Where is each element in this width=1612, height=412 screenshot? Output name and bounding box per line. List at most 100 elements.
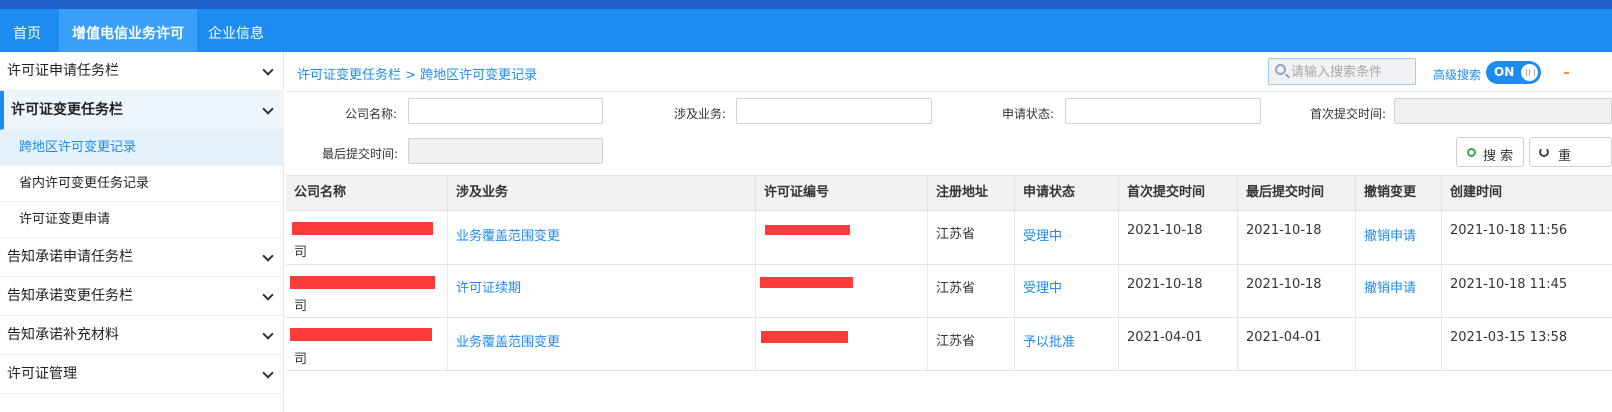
advanced-search-toggle[interactable]: ON xyxy=(1486,61,1541,84)
business-filter-input[interactable] xyxy=(736,98,932,124)
search-input[interactable] xyxy=(1291,62,1411,82)
status-filter-input[interactable] xyxy=(1065,98,1261,124)
license-number-cell xyxy=(756,318,928,370)
overflow-icon xyxy=(1564,72,1569,74)
revoke-link[interactable]: 撤销申请 xyxy=(1364,225,1416,244)
status-cell: 予以批准 xyxy=(1015,318,1119,370)
toggle-knob xyxy=(1521,64,1538,81)
chevron-down-icon xyxy=(262,289,274,301)
company-name-suffix: 司 xyxy=(294,352,308,367)
company-filter-input[interactable] xyxy=(408,98,603,124)
business-link[interactable]: 业务覆盖范围变更 xyxy=(456,331,560,350)
first-submit-text: 2021-10-18 xyxy=(1127,223,1203,238)
revoke-link[interactable]: 撤销申请 xyxy=(1364,277,1416,296)
first-submit-text: 2021-04-01 xyxy=(1127,330,1203,345)
status-link[interactable]: 受理中 xyxy=(1023,225,1062,244)
column-header: 首次提交时间 xyxy=(1119,176,1238,210)
last-submit-cell: 2021-10-18 xyxy=(1238,211,1356,264)
chevron-down-icon xyxy=(262,328,274,340)
sidebar-group-label: 告知承诺申请任务栏 xyxy=(7,249,133,265)
search-icon xyxy=(1275,64,1286,75)
chevron-down-icon xyxy=(262,103,274,115)
search-button-label: 搜 索 xyxy=(1483,149,1514,164)
created-cell: 2021-10-18 11:56 xyxy=(1442,211,1612,264)
sidebar-item-license-change-apply[interactable]: 许可证变更申请 xyxy=(0,202,284,238)
first-submit-filter-input[interactable] xyxy=(1394,98,1612,124)
last-submit-filter-label: 最后提交时间: xyxy=(321,147,398,161)
revoke-cell: 撤销申请 xyxy=(1356,265,1442,317)
revoke-cell: 撤销申请 xyxy=(1356,211,1442,264)
filter-panel: 公司名称: 涉及业务: 申请状态: 首次提交时间: 最后提交时间: 搜 索 重 xyxy=(286,92,1612,176)
status-link[interactable]: 受理中 xyxy=(1023,277,1062,296)
sidebar-group-label: 告知承诺补充材料 xyxy=(7,327,119,343)
search-box[interactable] xyxy=(1268,58,1416,85)
column-header: 撤销变更 xyxy=(1356,176,1442,210)
redaction-mark xyxy=(765,225,850,235)
search-icon xyxy=(1467,148,1476,157)
sidebar-group-license-apply[interactable]: 许可证申请任务栏 xyxy=(0,52,284,91)
sidebar: 许可证申请任务栏 许可证变更任务栏 跨地区许可变更记录 省内许可变更任务记录 许… xyxy=(0,52,284,412)
sidebar-group-notify-supplement[interactable]: 告知承诺补充材料 xyxy=(0,316,284,355)
business-link[interactable]: 许可证续期 xyxy=(456,277,521,296)
company-cell: 司 xyxy=(286,265,448,317)
sidebar-group-label: 许可证申请任务栏 xyxy=(7,63,119,79)
chevron-down-icon xyxy=(262,64,274,76)
top-banner-strip xyxy=(0,0,1612,9)
column-header: 注册地址 xyxy=(928,176,1015,210)
status-cell: 受理中 xyxy=(1015,265,1119,317)
license-number-cell xyxy=(756,265,928,317)
status-filter-label: 申请状态: xyxy=(1001,107,1054,121)
column-header: 最后提交时间 xyxy=(1238,176,1356,210)
last-submit-cell: 2021-10-18 xyxy=(1238,265,1356,317)
business-cell: 业务覆盖范围变更 xyxy=(448,211,756,264)
redaction-mark xyxy=(292,222,433,235)
toggle-state: ON xyxy=(1494,65,1515,79)
sidebar-group-notify-apply[interactable]: 告知承诺申请任务栏 xyxy=(0,238,284,277)
redaction-mark xyxy=(290,276,435,289)
advanced-search-label: 高级搜索 xyxy=(1433,68,1482,82)
sidebar-item-provincial-change[interactable]: 省内许可变更任务记录 xyxy=(0,166,284,202)
first-submit-cell: 2021-04-01 xyxy=(1119,318,1238,370)
first-submit-filter-label: 首次提交时间: xyxy=(1309,107,1386,121)
reset-button[interactable]: 重 xyxy=(1529,137,1612,167)
nav-home[interactable]: 首页 xyxy=(0,9,54,52)
created-text: 2021-03-15 13:58 xyxy=(1450,330,1568,345)
column-header: 公司名称 xyxy=(286,176,448,210)
sidebar-group-notify-change[interactable]: 告知承诺变更任务栏 xyxy=(0,277,284,316)
last-submit-filter-input[interactable] xyxy=(408,138,603,164)
redaction-mark xyxy=(761,331,848,343)
address-text: 江苏省 xyxy=(936,334,976,349)
nav-value-added-telecom[interactable]: 增值电信业务许可 xyxy=(59,9,197,52)
search-button[interactable]: 搜 索 xyxy=(1456,137,1524,167)
chevron-down-icon xyxy=(262,250,274,262)
sidebar-group-license-manage[interactable]: 许可证管理 xyxy=(0,355,284,394)
sidebar-group-license-change[interactable]: 许可证变更任务栏 xyxy=(0,91,284,130)
last-submit-text: 2021-10-18 xyxy=(1246,223,1322,238)
business-cell: 许可证续期 xyxy=(448,265,756,317)
last-submit-text: 2021-04-01 xyxy=(1246,330,1322,345)
breadcrumb[interactable]: 许可证变更任务栏 > 跨地区许可变更记录 xyxy=(297,64,537,83)
status-cell: 受理中 xyxy=(1015,211,1119,264)
nav-company-info[interactable]: 企业信息 xyxy=(195,9,277,52)
status-link[interactable]: 予以批准 xyxy=(1023,331,1075,350)
address-cell: 江苏省 xyxy=(928,318,1015,370)
sidebar-item-cross-region-change[interactable]: 跨地区许可变更记录 xyxy=(0,130,284,166)
business-link[interactable]: 业务覆盖范围变更 xyxy=(456,225,560,244)
address-cell: 江苏省 xyxy=(928,211,1015,264)
table-header: 公司名称 涉及业务 许可证编号 注册地址 申请状态 首次提交时间 最后提交时间 … xyxy=(286,175,1612,211)
main-content: 许可证变更任务栏 > 跨地区许可变更记录 高级搜索 ON 公司名称: 涉及业务:… xyxy=(286,52,1612,412)
company-name-suffix: 司 xyxy=(294,245,308,260)
address-cell: 江苏省 xyxy=(928,265,1015,317)
created-text: 2021-10-18 11:56 xyxy=(1450,223,1568,238)
redaction-mark xyxy=(290,328,432,341)
company-cell: 司 xyxy=(286,318,448,370)
last-submit-cell: 2021-04-01 xyxy=(1238,318,1356,370)
sidebar-group-label: 许可证变更任务栏 xyxy=(11,102,123,118)
address-text: 江苏省 xyxy=(936,281,976,296)
reset-icon xyxy=(1539,147,1549,157)
table-row: 司 业务覆盖范围变更 江苏省 予以批准 2021-04-01 2021-04-0… xyxy=(286,318,1612,371)
sidebar-group-label: 告知承诺变更任务栏 xyxy=(7,288,133,304)
address-text: 江苏省 xyxy=(936,227,976,242)
revoke-cell xyxy=(1356,318,1442,370)
table-row: 司 许可证续期 江苏省 受理中 2021-10-18 2021-10-18 撤销… xyxy=(286,265,1612,318)
